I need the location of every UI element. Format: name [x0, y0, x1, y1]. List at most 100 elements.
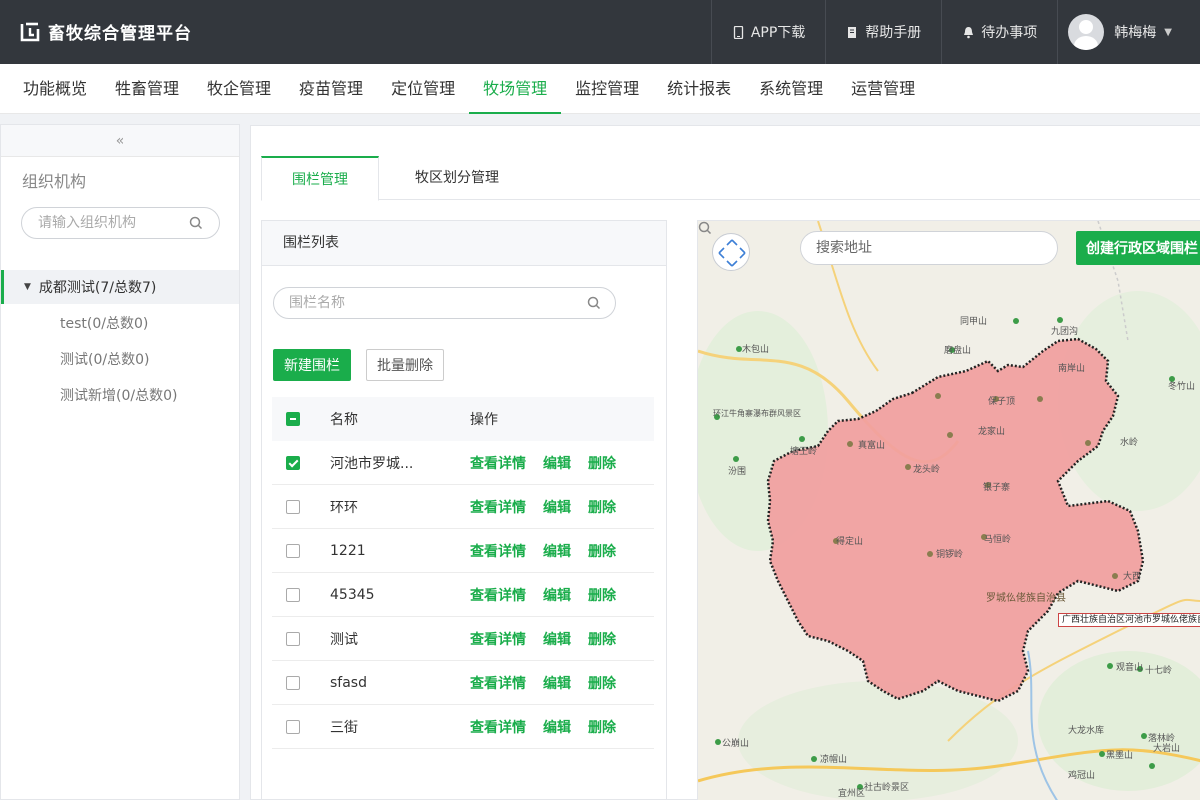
delete-link[interactable]: 删除	[588, 717, 616, 737]
fence-search-input[interactable]	[273, 287, 616, 319]
create-admin-fence-button[interactable]: 创建行政区域围栏	[1076, 231, 1200, 265]
tab-bar: 围栏管理 牧区划分管理	[261, 156, 1200, 201]
view-details-link[interactable]: 查看详情	[470, 497, 526, 517]
view-details-link[interactable]: 查看详情	[470, 717, 526, 737]
nav-item-livestock[interactable]: 牲畜管理	[101, 64, 193, 114]
edit-link[interactable]: 编辑	[543, 717, 571, 737]
nav-item-overview[interactable]: 功能概览	[9, 64, 101, 114]
map-label: 公崩山	[722, 737, 749, 749]
user-name: 韩梅梅	[1114, 25, 1157, 41]
delete-link[interactable]: 删除	[588, 497, 616, 517]
collapse-sidebar-button[interactable]: «	[1, 125, 239, 157]
delete-link[interactable]: 删除	[588, 585, 616, 605]
tab-zone-management[interactable]: 牧区划分管理	[379, 156, 535, 200]
tree-node-child[interactable]: 测试新增(0/总数0)	[60, 385, 177, 405]
header-actions: APP下载 帮助手册 待办事项 韩梅梅 ▼	[710, 0, 1200, 64]
delete-link[interactable]: 删除	[588, 673, 616, 693]
content-panel: 围栏管理 牧区划分管理 围栏列表 新建围栏 批量删除 名称 操作 河池市罗城..…	[250, 125, 1200, 800]
brand[interactable]: 畜牧综合管理平台	[20, 19, 192, 44]
map-pan-control[interactable]	[712, 233, 750, 271]
map-county-label: 罗城仫佬族自治县	[986, 591, 1066, 604]
row-checkbox[interactable]	[286, 499, 300, 514]
tab-fence-management[interactable]: 围栏管理	[261, 156, 379, 201]
fence-name: 环环	[330, 499, 358, 516]
row-actions: 查看详情 编辑 删除	[470, 497, 616, 517]
row-checkbox[interactable]	[286, 719, 300, 734]
row-checkbox[interactable]	[286, 587, 300, 602]
caret-down-icon[interactable]: ▼	[24, 282, 31, 292]
row-checkbox[interactable]	[286, 543, 300, 558]
nav-item-reports[interactable]: 统计报表	[653, 64, 745, 114]
edit-link[interactable]: 编辑	[543, 673, 571, 693]
nav-item-system[interactable]: 系统管理	[745, 64, 837, 114]
map-view[interactable]: 九团沟 同甲山 磨盘山 保子顶 龙家山 真富山 龙头岭 银子寨 马恒岭 得定山 …	[697, 220, 1200, 800]
map-label: 十七岭	[1145, 664, 1172, 676]
user-menu[interactable]: 韩梅梅 ▼	[1057, 0, 1200, 64]
search-icon[interactable]	[189, 216, 203, 230]
nav-item-pasture[interactable]: 牧场管理	[469, 64, 562, 114]
edit-link[interactable]: 编辑	[543, 629, 571, 649]
todo-button[interactable]: 待办事项	[941, 0, 1057, 64]
compass-icon	[718, 239, 746, 267]
map-label: 宜州区	[838, 787, 865, 799]
delete-link[interactable]: 删除	[588, 541, 616, 561]
view-details-link[interactable]: 查看详情	[470, 629, 526, 649]
map-label: 鸡冠山	[1068, 769, 1095, 781]
map-canvas[interactable]: 九团沟 同甲山 磨盘山 保子顶 龙家山 真富山 龙头岭 银子寨 马恒岭 得定山 …	[698, 221, 1200, 800]
sidebar-title: 组织机构	[22, 172, 87, 191]
row-checkbox[interactable]	[286, 675, 300, 690]
view-details-link[interactable]: 查看详情	[470, 453, 526, 473]
column-ops-header: 操作	[470, 412, 498, 428]
fence-table: 名称 操作 河池市罗城... 查看详情 编辑 删除 环环 查看详情 编辑 删除 1221 查看详情…	[272, 397, 654, 749]
map-label: 真富山	[858, 439, 885, 451]
row-actions: 查看详情 编辑 删除	[470, 717, 616, 737]
map-label: 南岸山	[1058, 362, 1085, 374]
table-header: 名称 操作	[272, 397, 654, 441]
map-address-search-input[interactable]	[800, 231, 1058, 265]
map-label: 观音山	[1116, 661, 1143, 673]
nav-item-vaccine[interactable]: 疫苗管理	[285, 64, 377, 114]
row-checkbox[interactable]	[286, 455, 300, 470]
map-label: 黑墨山	[1106, 750, 1133, 761]
nav-item-operations[interactable]: 运营管理	[837, 64, 929, 114]
map-label: 大龙水库	[1068, 724, 1104, 736]
help-manual-button[interactable]: 帮助手册	[825, 0, 941, 64]
tree-node-child[interactable]: 测试(0/总数0)	[60, 349, 149, 369]
view-details-link[interactable]: 查看详情	[470, 585, 526, 605]
view-details-link[interactable]: 查看详情	[470, 673, 526, 693]
app-download-label: APP下载	[750, 25, 806, 41]
nav-item-enterprise[interactable]: 牧企管理	[193, 64, 285, 114]
phone-icon	[733, 25, 743, 39]
row-checkbox[interactable]	[286, 631, 300, 646]
main-nav: 功能概览 牲畜管理 牧企管理 疫苗管理 定位管理 牧场管理 监控管理 统计报表 …	[0, 64, 1200, 114]
app-download-button[interactable]: APP下载	[710, 0, 825, 64]
table-row: 测试 查看详情 编辑 删除	[272, 617, 654, 661]
map-label: 磨盘山	[944, 344, 971, 356]
delete-link[interactable]: 删除	[588, 453, 616, 473]
tree-node-root[interactable]: ▼ 成都测试(7/总数7)	[1, 270, 239, 304]
edit-link[interactable]: 编辑	[543, 453, 571, 473]
todo-label: 待办事项	[981, 25, 1038, 41]
fence-name: 1221	[330, 542, 366, 559]
book-icon	[848, 26, 857, 38]
edit-link[interactable]: 编辑	[543, 585, 571, 605]
edit-link[interactable]: 编辑	[543, 541, 571, 561]
batch-delete-button[interactable]: 批量删除	[366, 349, 444, 381]
table-row: 环环 查看详情 编辑 删除	[272, 485, 654, 529]
search-icon[interactable]	[587, 296, 601, 310]
tree-node-child[interactable]: test(0/总数0)	[60, 313, 148, 333]
new-fence-button[interactable]: 新建围栏	[273, 349, 351, 381]
fence-name: sfasd	[330, 674, 367, 691]
nav-item-location[interactable]: 定位管理	[377, 64, 469, 114]
search-icon[interactable]	[698, 221, 712, 235]
row-actions: 查看详情 编辑 删除	[470, 629, 616, 649]
view-details-link[interactable]: 查看详情	[470, 541, 526, 561]
map-label: 凉帽山	[820, 753, 847, 765]
edit-link[interactable]: 编辑	[543, 497, 571, 517]
delete-link[interactable]: 删除	[588, 629, 616, 649]
nav-item-monitor[interactable]: 监控管理	[561, 64, 653, 114]
table-row: 1221 查看详情 编辑 删除	[272, 529, 654, 573]
select-all-checkbox[interactable]	[286, 412, 300, 426]
map-label: 塘王岭	[790, 445, 817, 457]
map-label: 大西	[1123, 570, 1141, 582]
